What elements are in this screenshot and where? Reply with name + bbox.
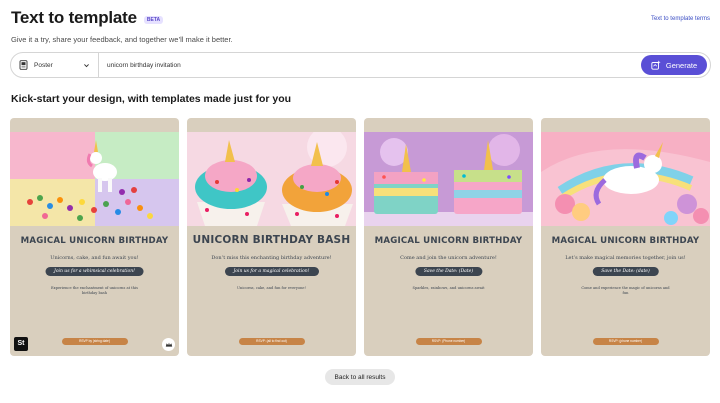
section-title: Kick-start your design, with templates m… [11,93,292,105]
card-tagline: Let’s make magical memories together, jo… [565,255,686,261]
card-pill: Save the Date: (Date) [414,267,483,276]
card-details: Sparkles, rainbows, and unicorns await [412,286,485,290]
card-rsvp: RSVP: (all to find out) [238,338,305,345]
unicorn-cupcakes-image [187,132,356,226]
template-results: MAGICAL UNICORN BIRTHDAY Unicorns, cake,… [10,118,710,356]
page-title: Text to template [11,8,137,27]
premium-crown-icon[interactable] [162,338,175,351]
page-header: Text to template BETA [11,8,164,28]
card-pill: Join us for a whimsical celebration! [45,267,144,276]
card-rsvp: RSVP: (phone number) [592,338,659,345]
card-title: UNICORN BIRTHDAY BASH [192,234,351,246]
generate-button[interactable]: Generate [641,55,707,75]
card-tagline: Unicorns, cake, and fun await you! [50,255,139,261]
template-card[interactable]: MAGICAL UNICORN BIRTHDAY Come and join t… [364,118,533,356]
card-title: MAGICAL UNICORN BIRTHDAY [20,236,169,246]
unicorn-illustration-image [541,132,710,226]
beta-badge: BETA [143,15,164,24]
page-subtitle: Give it a try, share your feedback, and … [11,35,233,44]
unicorn-cakes-image [364,132,533,226]
stock-badge: St [14,337,28,351]
card-tagline: Don’t miss this enchanting birthday adve… [211,255,332,261]
card-details: Experience the enchantment of unicorns a… [51,286,138,295]
card-details: Come and experience the magic of unicorn… [581,286,670,295]
prompt-bar: Poster Generate [10,52,711,78]
format-label: Poster [34,61,53,69]
card-pill: Save the Date: (date) [592,267,659,276]
unicorn-candy-image [10,132,179,226]
format-dropdown[interactable]: Poster [11,53,99,77]
template-card[interactable]: MAGICAL UNICORN BIRTHDAY Let’s make magi… [541,118,710,356]
generate-sparkle-icon [651,60,661,70]
back-to-results-button[interactable]: Back to all results [325,369,395,385]
card-details: Unicorns, cake, and fun for everyone! [236,286,306,290]
template-card[interactable]: MAGICAL UNICORN BIRTHDAY Unicorns, cake,… [10,118,179,356]
poster-icon [19,60,28,70]
card-title: MAGICAL UNICORN BIRTHDAY [551,236,700,246]
terms-link[interactable]: Text to template terms [651,16,710,22]
chevron-down-icon [84,63,89,67]
generate-label: Generate [665,60,698,70]
prompt-input[interactable] [99,53,641,77]
card-rsvp: RSVP by (string date) [61,338,128,345]
card-tagline: Come and join the unicorn adventure! [400,255,497,261]
card-rsvp: RSVP: (Phone number) [415,338,482,345]
template-card[interactable]: UNICORN BIRTHDAY BASH Don’t miss this en… [187,118,356,356]
card-title: MAGICAL UNICORN BIRTHDAY [374,236,523,246]
card-pill: Join us for a magical celebration! [224,267,319,276]
